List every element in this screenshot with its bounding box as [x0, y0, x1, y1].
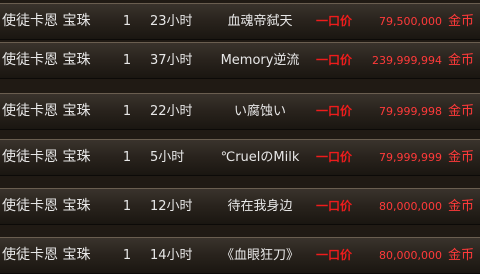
buyout-label: 一口价: [316, 150, 353, 164]
auction-row[interactable]: 使徒卡恩 宝珠 1 23小时 血魂帝弑天 一口价 79,500,000 金币: [0, 3, 480, 40]
item-name: 使徒卡恩 宝珠: [2, 149, 91, 165]
buyout-label: 一口价: [316, 53, 353, 67]
item-quantity: 1: [122, 14, 132, 29]
seller-name: Memory逆流: [220, 53, 300, 68]
item-name: 使徒卡恩 宝珠: [2, 198, 91, 214]
buyout-label: 一口价: [316, 104, 353, 118]
seller-name: 《血眼狂刀》: [220, 248, 299, 263]
currency-label: 金币: [448, 150, 475, 165]
currency-label: 金币: [448, 53, 475, 68]
item-quantity: 1: [122, 248, 132, 263]
item-name: 使徒卡恩 宝珠: [2, 247, 91, 263]
buyout-price: 79,500,000: [379, 15, 442, 28]
seller-name: い腐蚀い: [233, 104, 286, 119]
currency-label: 金币: [448, 14, 475, 29]
item-quantity: 1: [122, 199, 132, 214]
buyout-price: 80,000,000: [379, 200, 442, 213]
time-remaining: 12小时: [150, 199, 193, 214]
item-quantity: 1: [122, 150, 132, 165]
time-remaining: 22小时: [150, 104, 193, 119]
time-remaining: 23小时: [150, 14, 193, 29]
item-quantity: 1: [122, 53, 132, 68]
currency-label: 金币: [448, 199, 475, 214]
buyout-label: 一口价: [316, 248, 353, 262]
item-quantity: 1: [122, 104, 132, 119]
auction-listing-table: 使徒卡恩 宝珠 1 23小时 血魂帝弑天 一口价 79,500,000 金币 使…: [0, 0, 480, 274]
auction-row[interactable]: 使徒卡恩 宝珠 1 5小时 ℃ruelのMilk 一口价 79,999,999 …: [0, 139, 480, 176]
buyout-price: 80,000,000: [379, 249, 442, 262]
buyout-price: 79,999,999: [379, 151, 442, 164]
auction-row[interactable]: 使徒卡恩 宝珠 1 14小时 《血眼狂刀》 一口价 80,000,000 金币: [0, 237, 480, 274]
seller-name: ℃ruelのMilk: [220, 150, 300, 165]
seller-name: 血魂帝弑天: [227, 14, 293, 29]
currency-label: 金币: [448, 248, 475, 263]
seller-name: 待在我身边: [227, 199, 293, 214]
item-name: 使徒卡恩 宝珠: [2, 13, 91, 29]
time-remaining: 37小时: [150, 53, 193, 68]
buyout-price: 79,999,998: [379, 105, 442, 118]
item-name: 使徒卡恩 宝珠: [2, 103, 91, 119]
auction-row[interactable]: 使徒卡恩 宝珠 1 22小时 い腐蚀い 一口价 79,999,998 金币: [0, 93, 480, 130]
currency-label: 金币: [448, 104, 475, 119]
buyout-label: 一口价: [316, 199, 353, 213]
time-remaining: 14小时: [150, 248, 193, 263]
time-remaining: 5小时: [150, 150, 185, 165]
item-name: 使徒卡恩 宝珠: [2, 52, 91, 68]
auction-row[interactable]: 使徒卡恩 宝珠 1 37小时 Memory逆流 一口价 239,999,994 …: [0, 42, 480, 79]
buyout-price: 239,999,994: [372, 54, 442, 67]
auction-row[interactable]: 使徒卡恩 宝珠 1 12小时 待在我身边 一口价 80,000,000 金币: [0, 188, 480, 225]
buyout-label: 一口价: [316, 14, 353, 28]
